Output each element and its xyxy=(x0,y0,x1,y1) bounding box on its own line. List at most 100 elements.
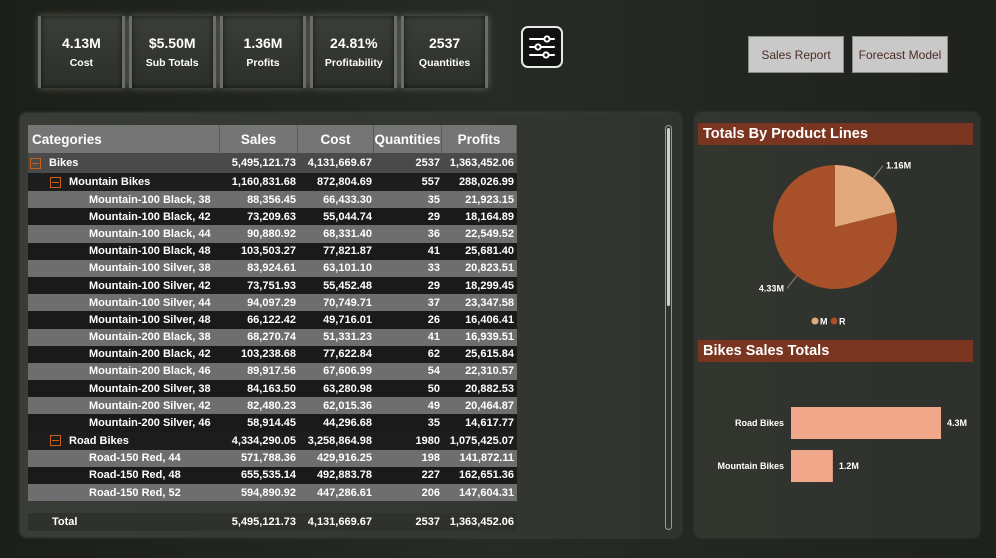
sliders-icon xyxy=(529,35,555,59)
cell-text: 141,872.11 xyxy=(459,452,514,465)
kpi-value: $5.50M xyxy=(148,35,196,51)
legend-label[interactable]: M xyxy=(820,317,828,327)
cell-cost: 49,716.01 xyxy=(298,311,374,328)
cell-name: Mountain-100 Silver, 42 xyxy=(28,277,220,294)
group-row[interactable]: Mountain Bikes 1,160,831.68 872,804.69 557 2… xyxy=(28,173,517,191)
table-row: Mountain-100 Black, 42 73,209.63 55,044.74… xyxy=(28,208,517,226)
cell-name: Mountain-100 Silver, 44 xyxy=(28,294,220,311)
cell-text: Mountain-100 Silver, 44 xyxy=(89,296,211,309)
cell-name: Mountain-100 Silver, 38 xyxy=(28,260,220,277)
cell-text: 492,883.78 xyxy=(316,469,372,482)
cell-name: Mountain-100 Black, 48 xyxy=(28,243,220,260)
cell-cost: 63,280.98 xyxy=(298,380,374,397)
cell-qty: 29 xyxy=(374,277,442,294)
cell-qty: 33 xyxy=(374,260,442,277)
charts-panel: Totals By Product Lines 1.16M 4.33M M R Bi… xyxy=(695,113,979,537)
cell-sales: 103,238.68 xyxy=(220,346,298,363)
cell-profit: 16,939.51 xyxy=(442,329,517,346)
legend-label[interactable]: R xyxy=(839,317,846,327)
kpi-value: 24.81% xyxy=(330,35,378,51)
collapse-icon[interactable] xyxy=(30,157,41,169)
total-cost: 4,131,669.67 xyxy=(307,516,372,528)
total-profits: 1,363,452.06 xyxy=(449,516,514,528)
total-sales: 5,495,121.73 xyxy=(231,516,296,528)
cell-qty: 2537 xyxy=(374,153,442,173)
cell-text: 872,804.69 xyxy=(316,176,372,188)
cell-sales: 4,334,290.05 xyxy=(220,432,298,450)
cell-text: 37 xyxy=(427,296,440,309)
cell-qty: 62 xyxy=(374,346,442,363)
cell-text: 18,299.45 xyxy=(465,279,514,292)
collapse-icon[interactable] xyxy=(50,176,61,188)
cell-text: 4,131,669.67 xyxy=(307,157,372,169)
kpi-label: Profits xyxy=(246,57,280,69)
group-row[interactable]: Bikes 5,495,121.73 4,131,669.67 2537 1,363,4… xyxy=(28,153,517,173)
cell-text: 3,258,864.98 xyxy=(307,434,372,447)
matrix-scrollbar[interactable] xyxy=(665,125,672,530)
cell-profit: 25,615.84 xyxy=(442,346,517,363)
kpi-card-cost: 4.13M Cost xyxy=(38,16,125,88)
group-row[interactable]: Road Bikes 4,334,290.05 3,258,864.98 1980 1,… xyxy=(28,431,517,450)
cell-text: 20,464.87 xyxy=(465,399,514,412)
cell-text: 4,334,290.05 xyxy=(231,434,296,447)
cell-name: Mountain Bikes xyxy=(28,173,220,191)
cell-text: 94,097.29 xyxy=(247,296,296,309)
cell-text: 77,821.87 xyxy=(323,245,372,258)
cell-text: 35 xyxy=(427,193,440,206)
filter-settings-button[interactable] xyxy=(521,26,563,68)
cell-text: Road-150 Red, 48 xyxy=(89,469,181,482)
cell-qty: 198 xyxy=(374,450,442,467)
cell-text: 25,681.40 xyxy=(465,245,514,258)
cell-text: 41 xyxy=(427,245,440,258)
table-row: Mountain-200 Silver, 38 84,163.50 63,280.9… xyxy=(28,380,517,398)
collapse-icon[interactable] xyxy=(50,435,61,447)
table-row: Road-150 Red, 44 571,788.36 429,916.25 198 1… xyxy=(28,449,517,467)
bar-road-bikes[interactable] xyxy=(791,407,941,439)
cell-cost: 55,452.48 xyxy=(298,277,374,294)
cell-qty: 41 xyxy=(374,243,442,260)
scrollbar-thumb[interactable] xyxy=(667,128,670,306)
header-quantities[interactable]: Quantities xyxy=(374,125,442,153)
forecast-model-button[interactable]: Forecast Model xyxy=(852,36,948,73)
cell-qty: 1980 xyxy=(374,432,442,450)
pie-leader-line xyxy=(786,275,798,289)
cell-text: 36 xyxy=(427,227,440,240)
cell-text: 88,356.45 xyxy=(247,193,296,206)
cell-profit: 18,164.89 xyxy=(442,208,517,225)
cell-profit: 21,923.15 xyxy=(442,191,517,208)
matrix-total-row: Total 5,495,121.73 4,131,669.67 2537 1,3… xyxy=(28,513,517,531)
cell-qty: 36 xyxy=(374,225,442,242)
cell-cost: 4,131,669.67 xyxy=(298,153,374,173)
header-cost[interactable]: Cost xyxy=(298,125,374,153)
bar-data-label: 1.2M xyxy=(839,461,859,471)
cell-text: 23,347.58 xyxy=(465,296,514,309)
cell-text: Mountain-200 Silver, 38 xyxy=(89,382,211,395)
bar-mountain-bikes[interactable] xyxy=(791,450,833,482)
pie-leader-line xyxy=(872,165,884,179)
cell-text: 63,280.98 xyxy=(323,382,372,395)
cell-sales: 5,495,121.73 xyxy=(220,153,298,173)
sales-matrix[interactable]: Categories Sales Cost Quantities Profits… xyxy=(28,125,517,520)
cell-text: 14,617.77 xyxy=(465,417,514,430)
cell-text: 20,823.51 xyxy=(465,262,514,275)
cell-text: 5,495,121.73 xyxy=(231,157,296,169)
cell-text: 62 xyxy=(427,348,440,361)
cell-name: Mountain-200 Silver, 42 xyxy=(28,397,220,414)
cell-text: 73,209.63 xyxy=(247,210,296,223)
header-categories[interactable]: Categories xyxy=(28,125,220,153)
cell-qty: 50 xyxy=(374,380,442,397)
cell-text: 49 xyxy=(427,399,440,412)
header-profits[interactable]: Profits xyxy=(442,125,517,153)
header-sales[interactable]: Sales xyxy=(220,125,298,153)
cell-text: 44,296.68 xyxy=(323,417,372,430)
cell-name: Road Bikes xyxy=(28,432,220,450)
sales-report-button[interactable]: Sales Report xyxy=(748,36,844,73)
cell-name: Road-150 Red, 48 xyxy=(28,467,220,484)
cell-cost: 63,101.10 xyxy=(298,260,374,277)
cell-profit: 147,604.31 xyxy=(442,484,517,501)
bar-category-label: Road Bikes xyxy=(735,418,784,428)
cell-cost: 492,883.78 xyxy=(298,467,374,484)
cell-cost: 51,331.23 xyxy=(298,329,374,346)
bikes-sales-bar-chart: Road Bikes 4.3M Mountain Bikes 1.2M xyxy=(717,407,967,482)
table-row: Mountain-200 Black, 42 103,238.68 77,622.8… xyxy=(28,345,517,363)
